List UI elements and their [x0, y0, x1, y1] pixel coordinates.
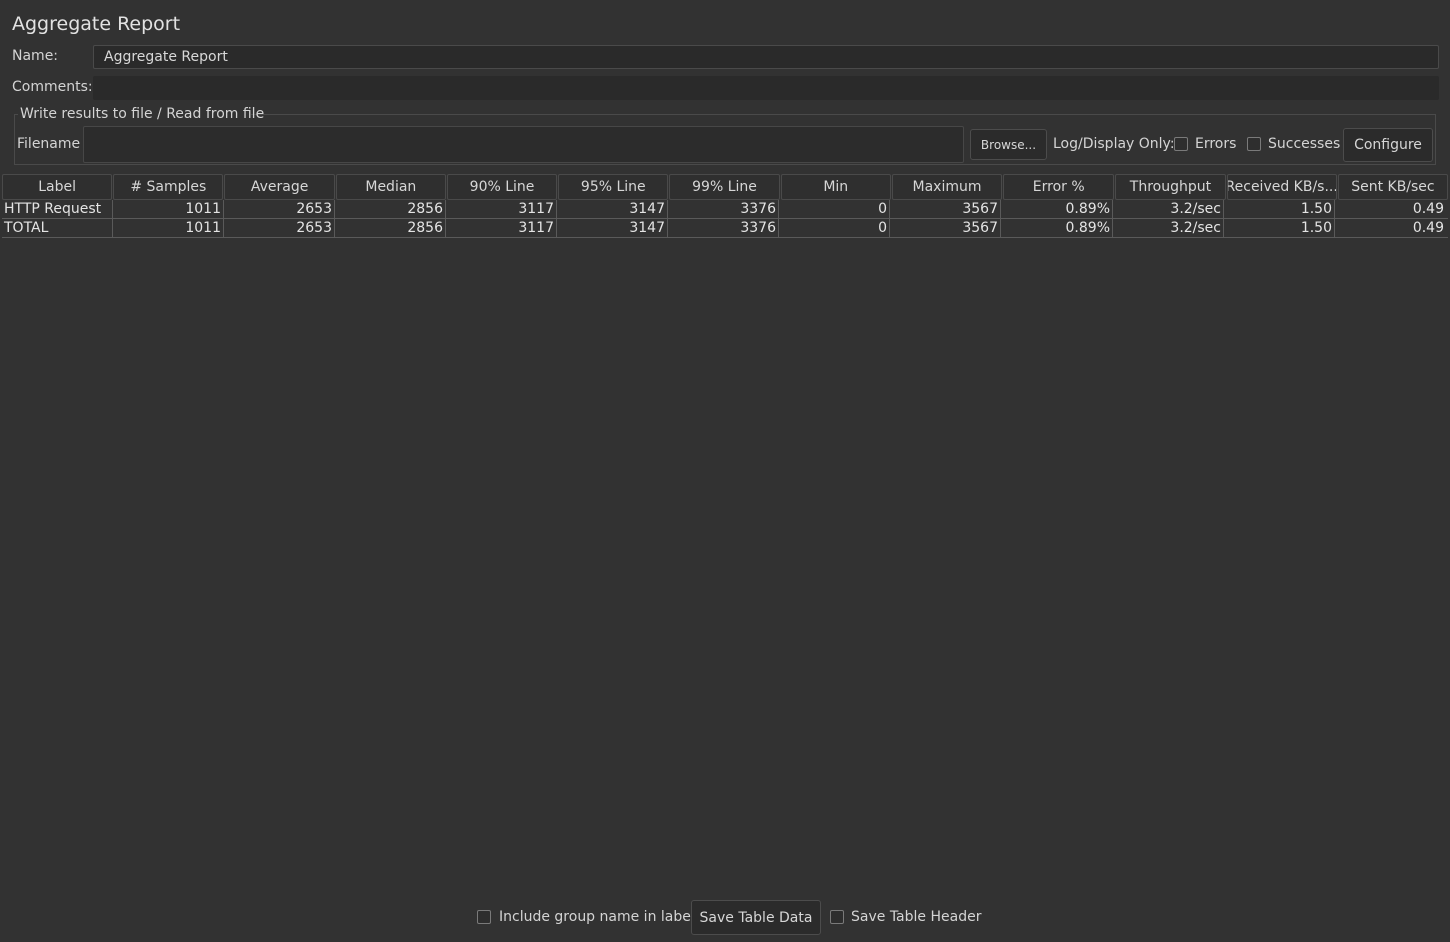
table-cell: 2856 [335, 200, 446, 218]
table-header: Label # Samples Average Median 90% Line … [2, 174, 1449, 200]
table-cell: 3376 [668, 200, 779, 218]
table-cell: 2653 [224, 219, 335, 237]
table-cell: 3.2/sec [1113, 219, 1224, 237]
table-cell: 0.89% [1001, 219, 1113, 237]
table-cell: 3567 [890, 219, 1001, 237]
errors-label: Errors [1195, 136, 1237, 152]
table-cell: 2653 [224, 200, 335, 218]
table-cell: 1011 [113, 219, 224, 237]
column-header-samples[interactable]: # Samples [113, 174, 224, 200]
table-cell: 3.2/sec [1113, 200, 1224, 218]
comments-input[interactable] [93, 76, 1439, 100]
filename-label: Filename [17, 136, 81, 152]
name-input[interactable] [93, 45, 1439, 69]
column-header-label[interactable]: Label [2, 174, 113, 200]
name-label: Name: [12, 48, 59, 64]
column-header-sent-kbs[interactable]: Sent KB/sec [1337, 174, 1449, 200]
table-cell: 3567 [890, 200, 1001, 218]
comments-label: Comments: [12, 79, 93, 95]
table-cell: 1011 [113, 200, 224, 218]
column-header-95-line[interactable]: 95% Line [558, 174, 669, 200]
configure-button[interactable]: Configure [1343, 128, 1433, 162]
column-header-average[interactable]: Average [224, 174, 335, 200]
table-cell: 3147 [557, 200, 668, 218]
table-cell: 3117 [446, 200, 557, 218]
include-group-name-checkbox[interactable] [477, 910, 491, 924]
column-header-99-line[interactable]: 99% Line [669, 174, 780, 200]
table-cell: 0 [779, 200, 890, 218]
save-table-header-checkbox[interactable] [830, 910, 844, 924]
successes-label: Successes [1268, 136, 1341, 152]
table-cell: 3117 [446, 219, 557, 237]
column-header-throughput[interactable]: Throughput [1115, 174, 1226, 200]
table-cell: 0 [779, 219, 890, 237]
log-display-only-label: Log/Display Only: [1053, 136, 1175, 152]
errors-checkbox[interactable] [1174, 137, 1188, 151]
table-cell: TOTAL [2, 219, 113, 237]
include-group-name-label: Include group name in label? [499, 909, 703, 925]
table-cell: 1.50 [1224, 219, 1335, 237]
save-table-data-button[interactable]: Save Table Data [691, 900, 821, 935]
aggregate-report-panel: Aggregate Report Name: Comments: Write r… [0, 0, 1450, 942]
column-header-median[interactable]: Median [335, 174, 446, 200]
panel-title: Aggregate Report [12, 13, 181, 35]
table-cell: 0.49 [1412, 220, 1444, 236]
table-cell: 0.89% [1001, 200, 1113, 218]
filename-input[interactable] [83, 126, 964, 163]
table-cell: 3147 [557, 219, 668, 237]
column-header-min[interactable]: Min [780, 174, 891, 200]
successes-checkbox[interactable] [1247, 137, 1261, 151]
table-cell: 1.50 [1224, 200, 1335, 218]
aggregate-table: Label # Samples Average Median 90% Line … [2, 174, 1449, 238]
save-table-header-label: Save Table Header [851, 909, 982, 925]
column-header-maximum[interactable]: Maximum [891, 174, 1003, 200]
table-cell: 2856 [335, 219, 446, 237]
table-cell: 0.49 [1412, 201, 1444, 217]
file-section-border-top-left [14, 114, 18, 115]
table-cell: 3376 [668, 219, 779, 237]
table-row[interactable]: TOTAL 1011 2653 2856 3117 3147 3376 0 35… [2, 219, 1448, 238]
file-section-border-top-right [251, 114, 1436, 115]
table-row[interactable]: HTTP Request 1011 2653 2856 3117 3147 33… [2, 200, 1448, 219]
file-section-legend: Write results to file / Read from file [20, 106, 265, 122]
browse-button[interactable]: Browse... [970, 129, 1047, 160]
column-header-90-line[interactable]: 90% Line [446, 174, 558, 200]
column-header-received-kbs[interactable]: Received KB/s... [1226, 174, 1337, 200]
column-header-error-pct[interactable]: Error % [1003, 174, 1115, 200]
table-cell: HTTP Request [2, 200, 113, 218]
